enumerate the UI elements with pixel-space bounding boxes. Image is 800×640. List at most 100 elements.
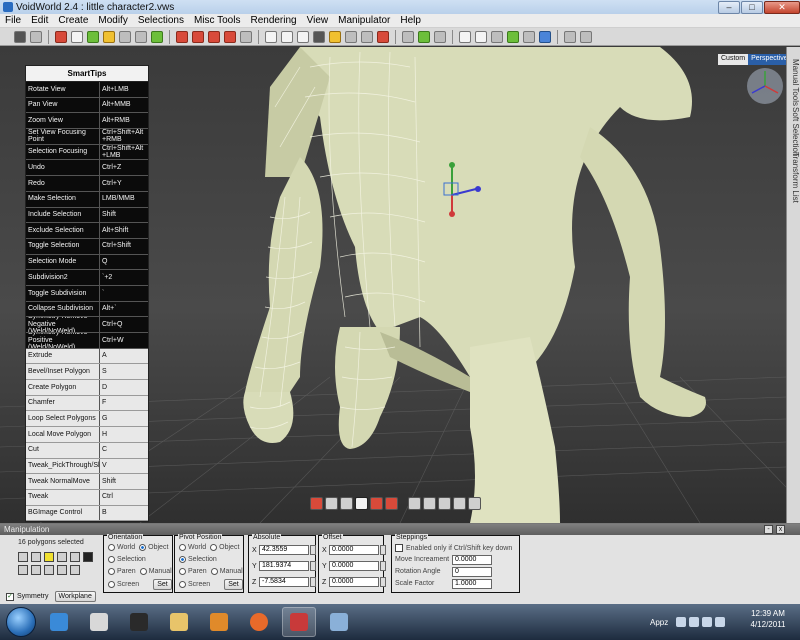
cm-icon[interactable]	[507, 30, 519, 43]
undo-icon[interactable]	[14, 30, 26, 43]
offset-z-spinner[interactable]	[380, 577, 386, 587]
pivot-icon[interactable]	[70, 565, 80, 575]
volume-icon[interactable]	[689, 617, 700, 627]
snap-icon[interactable]	[564, 30, 576, 43]
view-options-icon[interactable]	[580, 30, 592, 43]
layout-quad-icon[interactable]	[475, 30, 487, 43]
3d-viewport[interactable]: SmartTips Rotate View Alt+LMB Pan View Alt+…	[0, 47, 786, 523]
layout-single-icon[interactable]	[459, 30, 471, 43]
offset-x-spinner[interactable]	[380, 545, 386, 555]
menu-file[interactable]: File	[0, 15, 26, 26]
menu-rendering[interactable]: Rendering	[245, 15, 301, 26]
orientation-manual-radio[interactable]	[139, 568, 147, 575]
close-button[interactable]: ✕	[764, 0, 800, 14]
orientation-screen-row[interactable]: Screen Set	[108, 579, 172, 590]
workplane-button[interactable]: Workplane	[54, 591, 96, 602]
absolute-y-spinner[interactable]	[310, 561, 316, 571]
minimize-button[interactable]: –	[718, 0, 740, 14]
orientation-screen-radio[interactable]	[108, 581, 115, 588]
light-icon[interactable]	[103, 30, 115, 43]
taskbar-explorer[interactable]	[162, 607, 196, 637]
orientation-set-button[interactable]: Set	[153, 579, 172, 590]
panel-close-button[interactable]: x	[776, 525, 785, 534]
wireframe-toggle-icon[interactable]	[408, 497, 421, 510]
pivot-manual-radio[interactable]	[210, 568, 218, 575]
absolute-x-field[interactable]: 42.3559	[259, 545, 309, 555]
taskbar-media[interactable]	[82, 607, 116, 637]
material-icon[interactable]	[55, 30, 67, 43]
orientation-object-radio[interactable]	[139, 544, 147, 551]
orientation-paren-radio[interactable]	[108, 568, 115, 575]
menu-manipulator[interactable]: Manipulator	[333, 15, 395, 26]
steppings-enabled-checkbox[interactable]	[395, 544, 403, 552]
tray-appz-label[interactable]: Appz	[650, 618, 668, 627]
render-icon[interactable]	[313, 30, 325, 43]
select-vertex-icon[interactable]	[340, 497, 353, 510]
snap-x-icon[interactable]	[18, 565, 28, 575]
orientation-selection-row[interactable]: Selection	[108, 556, 146, 563]
offset-z-field[interactable]: 0.0000	[329, 577, 379, 587]
symmetry-checkbox[interactable]: ✓	[6, 592, 14, 601]
absolute-z-field[interactable]: -7.5834	[259, 577, 309, 587]
taskbar-player[interactable]	[202, 607, 236, 637]
tab-transform-list[interactable]: Transform List	[788, 152, 800, 203]
absolute-y-field[interactable]: 181.9374	[259, 561, 309, 571]
smooth-toggle-icon[interactable]	[438, 497, 451, 510]
create-primitive-icon[interactable]	[265, 30, 277, 43]
loop-icon[interactable]	[119, 30, 131, 43]
orientation-paren-row[interactable]: Paren Manual	[108, 568, 172, 575]
pivot-screen-radio[interactable]	[179, 581, 186, 588]
texture-icon[interactable]	[329, 30, 341, 43]
panel-minimize-button[interactable]: -	[764, 525, 773, 534]
mirror-icon[interactable]	[377, 30, 389, 43]
orientation-world-radio[interactable]	[108, 544, 115, 551]
select-group-icon[interactable]	[385, 497, 398, 510]
cube-icon[interactable]	[87, 30, 99, 43]
pivot-world-row[interactable]: World Object	[179, 544, 239, 551]
maximize-button[interactable]: □	[741, 0, 763, 14]
menu-modify[interactable]: Modify	[93, 15, 132, 26]
info-icon[interactable]	[402, 30, 414, 43]
offset-y-field[interactable]: 0.0000	[329, 561, 379, 571]
pivot-selection-row[interactable]: Selection	[179, 556, 217, 563]
menu-misc-tools[interactable]: Misc Tools	[189, 15, 246, 26]
menu-selections[interactable]: Selections	[133, 15, 189, 26]
pivot-selection-radio[interactable]	[179, 556, 186, 563]
align-icon[interactable]	[83, 552, 93, 562]
view-navigator-icon[interactable]	[747, 68, 783, 104]
create-box-icon[interactable]	[281, 30, 293, 43]
camera-icon[interactable]	[491, 30, 503, 43]
taskbar-firefox[interactable]	[242, 607, 276, 637]
shaded-toggle-icon[interactable]	[423, 497, 436, 510]
orientation-selection-radio[interactable]	[108, 556, 115, 563]
taskbar-voidworld[interactable]	[282, 607, 316, 637]
texture-toggle-icon[interactable]	[468, 497, 481, 510]
steppings-enabled-row[interactable]: Enabled only if Ctrl/Shift key down	[395, 544, 512, 552]
select-circle-icon[interactable]	[192, 30, 204, 43]
offset-y-spinner[interactable]	[380, 561, 386, 571]
select-element-icon[interactable]	[370, 497, 383, 510]
select-all-icon[interactable]	[240, 30, 252, 43]
select-rect-icon[interactable]	[176, 30, 188, 43]
select-polygon-icon[interactable]	[355, 497, 368, 510]
rotation-angle-select[interactable]: 0	[452, 567, 492, 577]
offset-x-field[interactable]: 0.0000	[329, 545, 379, 555]
move-tool-icon[interactable]	[418, 30, 430, 43]
select-lasso-icon[interactable]	[208, 30, 220, 43]
wire-icon[interactable]	[523, 30, 535, 43]
select-paint-icon[interactable]	[224, 30, 236, 43]
view-label-perspective[interactable]: Perspective	[748, 54, 786, 65]
menu-view[interactable]: View	[302, 15, 334, 26]
rotate-icon[interactable]	[57, 552, 67, 562]
taskbar-paint[interactable]	[322, 607, 356, 637]
uv-icon[interactable]	[361, 30, 373, 43]
menu-edit[interactable]: Edit	[26, 15, 53, 26]
shade-icon[interactable]	[539, 30, 551, 43]
pivot-screen-row[interactable]: Screen Set	[179, 579, 243, 590]
snap-y-icon[interactable]	[31, 565, 41, 575]
tab-manual-tools[interactable]: Manual Tools	[788, 59, 800, 106]
select-edge-icon[interactable]	[325, 497, 338, 510]
flat-toggle-icon[interactable]	[453, 497, 466, 510]
tab-soft-selection[interactable]: Soft Selection	[788, 107, 800, 156]
absolute-z-spinner[interactable]	[310, 577, 316, 587]
